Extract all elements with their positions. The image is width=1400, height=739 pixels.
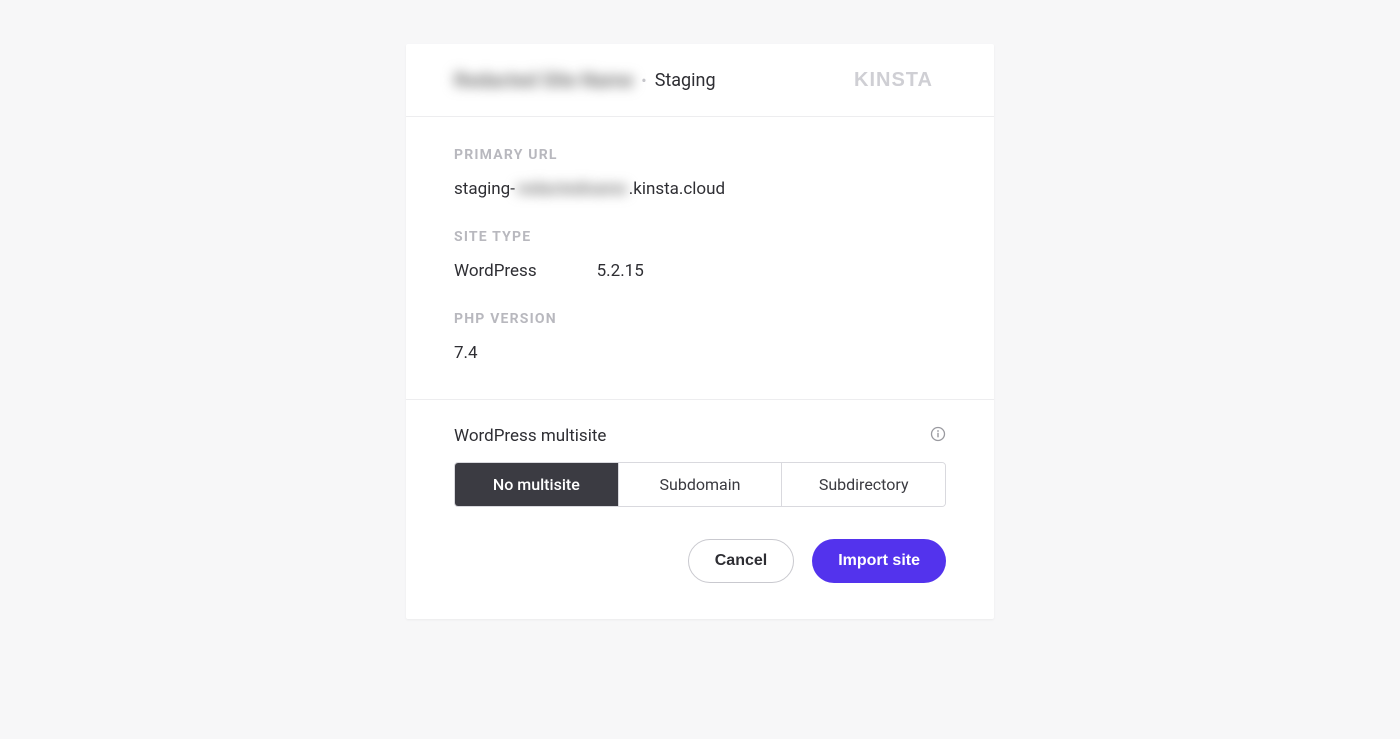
site-type-version: 5.2.15 xyxy=(597,261,644,281)
php-version-value: 7.4 xyxy=(454,343,946,363)
segment-no-multisite[interactable]: No multisite xyxy=(455,463,619,506)
multisite-title: WordPress multisite xyxy=(454,426,606,446)
primary-url-value: staging- redactedname .kinsta.cloud xyxy=(454,179,946,199)
primary-url-redacted: redactedname xyxy=(517,179,627,199)
multisite-segmented: No multisite Subdomain Subdirectory xyxy=(454,462,946,507)
segment-subdomain[interactable]: Subdomain xyxy=(619,463,783,506)
import-site-button[interactable]: Import site xyxy=(812,539,946,583)
kinsta-logo: KINSTA xyxy=(854,69,946,91)
svg-text:KINSTA: KINSTA xyxy=(854,69,933,91)
multisite-head: WordPress multisite xyxy=(454,426,946,446)
site-name-redacted: Redacted Site Name xyxy=(454,68,633,92)
cancel-button[interactable]: Cancel xyxy=(688,539,794,583)
kinsta-logo-icon: KINSTA xyxy=(854,69,946,91)
card-body: PRIMARY URL staging- redactedname .kinst… xyxy=(406,117,994,400)
site-title-wrap: Redacted Site Name • Staging xyxy=(454,68,716,92)
card-footer: Cancel Import site xyxy=(406,539,994,619)
environment-label: Staging xyxy=(655,70,716,91)
card-header: Redacted Site Name • Staging KINSTA xyxy=(406,44,994,117)
site-type-label: SITE TYPE xyxy=(454,229,946,245)
info-icon[interactable] xyxy=(930,426,946,446)
site-type-platform: WordPress xyxy=(454,261,537,281)
php-version-label: PHP VERSION xyxy=(454,311,946,327)
site-type-value: WordPress 5.2.15 xyxy=(454,261,946,281)
multisite-section: WordPress multisite No multisite Subdoma… xyxy=(406,400,994,539)
primary-url-label: PRIMARY URL xyxy=(454,147,946,163)
segment-subdirectory[interactable]: Subdirectory xyxy=(782,463,945,506)
separator-dot: • xyxy=(641,71,646,90)
primary-url-prefix: staging- xyxy=(454,179,515,199)
primary-url-suffix: .kinsta.cloud xyxy=(629,179,725,199)
import-site-card: Redacted Site Name • Staging KINSTA PRIM… xyxy=(406,44,994,619)
